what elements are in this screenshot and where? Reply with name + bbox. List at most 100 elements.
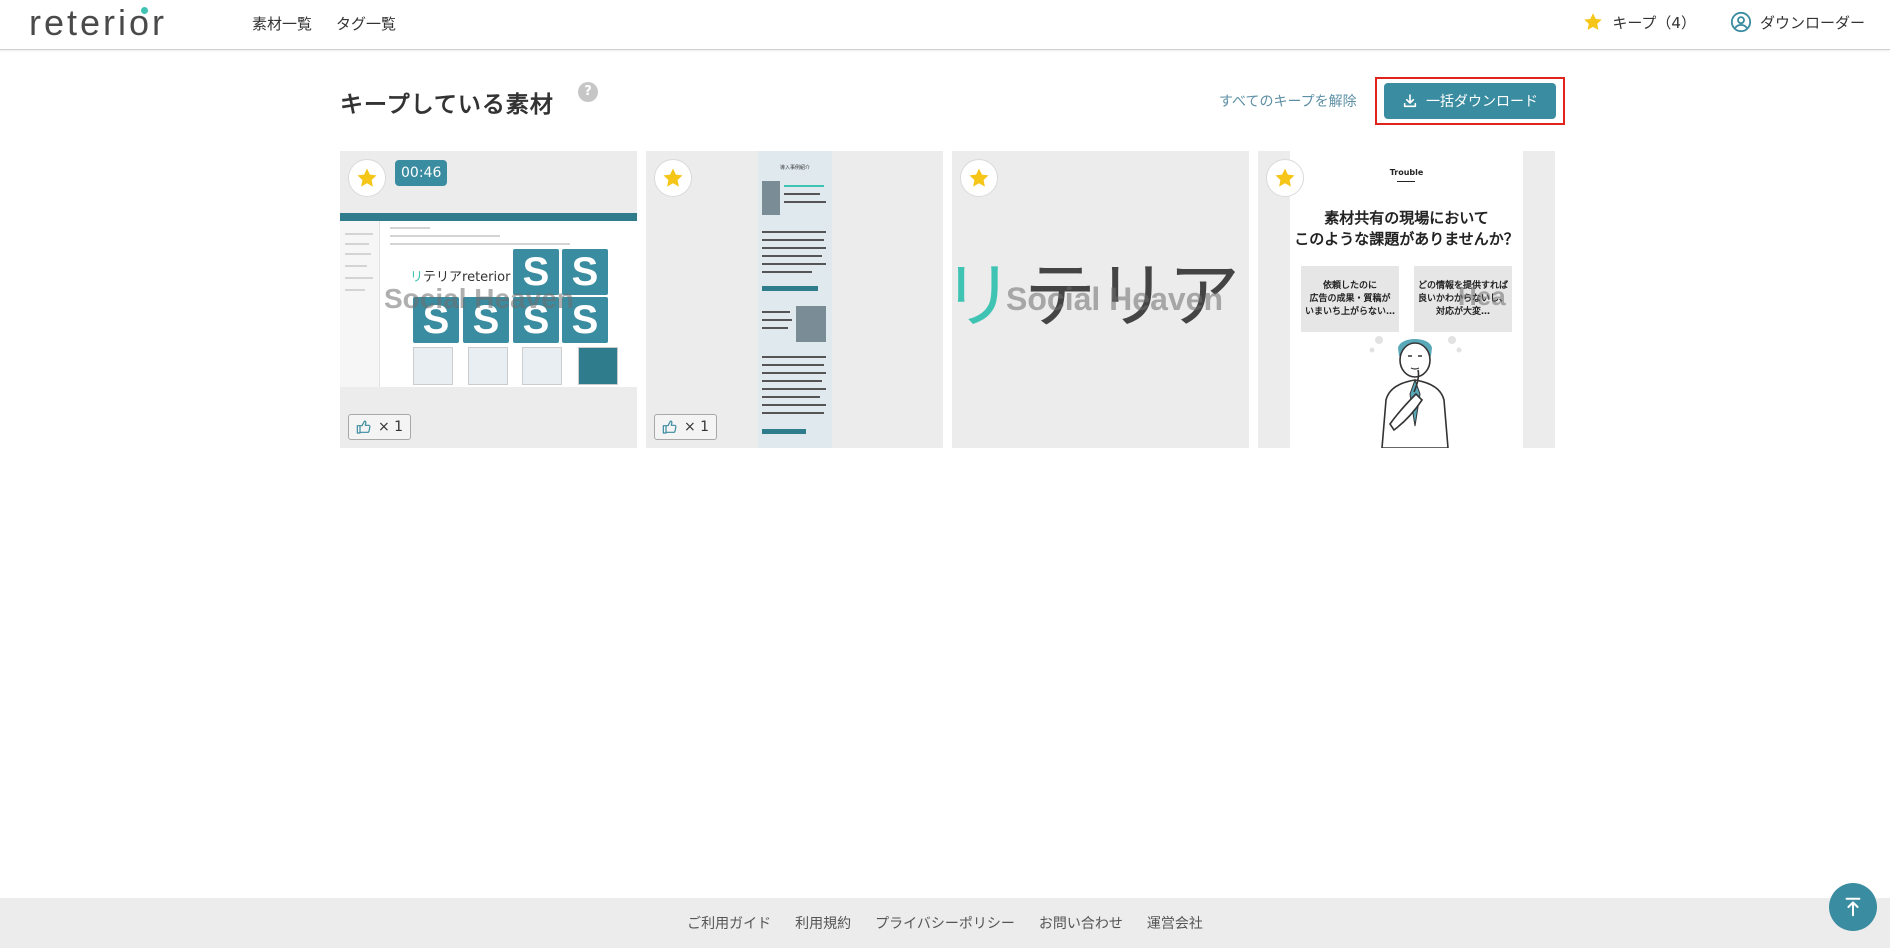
main-nav: 素材一覧 タグ一覧 (252, 13, 396, 34)
thinking-man-illustration (1369, 336, 1462, 448)
doc-image (762, 181, 780, 215)
like-button[interactable]: × 1 (654, 414, 718, 440)
material-card[interactable]: Trouble 素材共有の現場において このような課題がありませんか？ 依頼した… (1258, 151, 1555, 448)
site-header: reterior 素材一覧 タグ一覧 キープ（4） ダウンローダー (0, 0, 1890, 50)
star-icon (663, 168, 683, 187)
thumbnail-card (413, 347, 453, 385)
thumbnail-line (345, 289, 365, 291)
nav-tags[interactable]: タグ一覧 (336, 13, 396, 34)
bulk-download-label: 一括ダウンロード (1426, 94, 1538, 110)
doc-title: 導入事例紹介 (779, 165, 810, 171)
thumbnail-card (468, 347, 508, 385)
footer-link-guide[interactable]: ご利用ガイド (687, 913, 771, 933)
keep-star-button[interactable] (348, 159, 386, 197)
doc-line (762, 388, 826, 390)
video-duration-badge: 00:46 (395, 160, 448, 186)
doc-line (762, 247, 826, 249)
keep-count-label: キープ（4） (1612, 13, 1696, 32)
doc-banner (762, 286, 818, 291)
thumbnail-line (345, 277, 373, 279)
doc-banner (762, 429, 806, 434)
thumbnail-line (390, 227, 430, 229)
back-to-top-button[interactable] (1829, 883, 1877, 931)
watermark-brand: Social Heaven (384, 283, 574, 314)
slide-issue-line: 広告の成果・質稿が (1309, 293, 1391, 304)
doc-line (784, 201, 826, 203)
star-icon (1275, 168, 1295, 187)
footer-link-company[interactable]: 運営会社 (1147, 913, 1203, 933)
like-button[interactable]: × 1 (348, 414, 412, 440)
doc-line (762, 372, 826, 374)
slide-headline-line: 素材共有の現場において (1324, 209, 1489, 227)
doc-line (762, 319, 792, 321)
slide-issue-line: 依頼したのに (1322, 280, 1377, 291)
material-card[interactable]: リ テリア Social Heaven (952, 151, 1249, 448)
thumbnail-card (522, 347, 562, 385)
site-footer: ご利用ガイド 利用規約 プライバシーポリシー お問い合わせ 運営会社 (0, 898, 1890, 948)
slide-headline-line: このような課題がありませんか？ (1294, 230, 1519, 248)
thumbnail-sidebar (340, 221, 380, 387)
doc-line (762, 412, 824, 414)
material-card[interactable]: S S S S S S リテリアreterior Social Heaven 0… (340, 151, 637, 448)
page-title: キープしている素材 (340, 92, 554, 118)
bulk-download-button[interactable]: 一括ダウンロード (1384, 83, 1556, 119)
doc-line (762, 271, 812, 273)
thumbnail-line (390, 243, 570, 245)
doc-line (762, 231, 826, 233)
doc-line (762, 263, 826, 265)
card-thumbnail: S S S S S S リテリアreterior Social Heaven (340, 213, 637, 387)
slide-issue-box: 依頼したのに 広告の成果・質稿が いまいち上がらない… (1301, 266, 1399, 332)
like-count: × 1 (684, 419, 710, 435)
slide-tag: Trouble (1389, 168, 1424, 177)
thumbnail-line (390, 235, 500, 237)
slide-headline: 素材共有の現場において このような課題がありませんか？ (1290, 208, 1523, 250)
doc-image (796, 306, 826, 342)
download-icon (1403, 94, 1417, 108)
user-circle-icon (1730, 11, 1752, 33)
user-menu[interactable]: ダウンローダー (1730, 11, 1865, 33)
thumbnail-line (345, 243, 369, 245)
keep-star-button[interactable] (960, 159, 998, 197)
slide-issue-line: いまいち上がらない… (1304, 306, 1395, 317)
header-actions: キープ（4） ダウンローダー (1582, 11, 1865, 33)
keep-star-button[interactable] (654, 159, 692, 197)
slide-tag-underline (1397, 181, 1415, 182)
doc-line (762, 327, 788, 329)
logo-dot (141, 7, 148, 14)
footer-link-privacy[interactable]: プライバシーポリシー (875, 913, 1015, 933)
doc-line (762, 404, 826, 406)
doc-line (762, 311, 790, 313)
like-count: × 1 (378, 419, 404, 435)
star-icon (1584, 13, 1603, 30)
user-role-label: ダウンローダー (1759, 13, 1865, 32)
watermark-brand: Hea (1458, 281, 1506, 311)
watermark-brand: Social Heaven (1006, 281, 1223, 317)
doc-line (762, 380, 822, 382)
watermark-jp-accent: リ (952, 254, 1015, 338)
thumbnail-line (345, 233, 373, 235)
thumbnail-header-bar (340, 213, 637, 221)
thumbnail-line (345, 265, 367, 267)
doc-line (762, 255, 822, 257)
arrow-to-top-icon (1845, 897, 1861, 917)
question-icon[interactable]: ? (578, 82, 598, 102)
doc-line (784, 185, 824, 187)
doc-line (762, 239, 824, 241)
unkeep-all-link[interactable]: すべてのキープを解除 (1219, 91, 1357, 111)
card-thumbnail: Trouble 素材共有の現場において このような課題がありませんか？ 依頼した… (1290, 151, 1523, 448)
nav-materials[interactable]: 素材一覧 (252, 13, 312, 34)
keep-star-button[interactable] (1266, 159, 1304, 197)
thumbnail-card (578, 347, 618, 385)
doc-line (784, 193, 820, 195)
thumbs-up-icon (356, 420, 371, 434)
doc-line (762, 364, 824, 366)
star-icon (357, 168, 377, 187)
thumbnail-line (345, 253, 371, 255)
doc-line (762, 356, 826, 358)
footer-link-terms[interactable]: 利用規約 (795, 913, 851, 933)
star-icon (969, 168, 989, 187)
material-card[interactable]: 導入事例紹介 × 1 (646, 151, 943, 448)
footer-link-contact[interactable]: お問い合わせ (1039, 913, 1123, 933)
thumbs-up-icon (662, 420, 677, 434)
keep-link[interactable]: キープ（4） (1582, 11, 1696, 33)
